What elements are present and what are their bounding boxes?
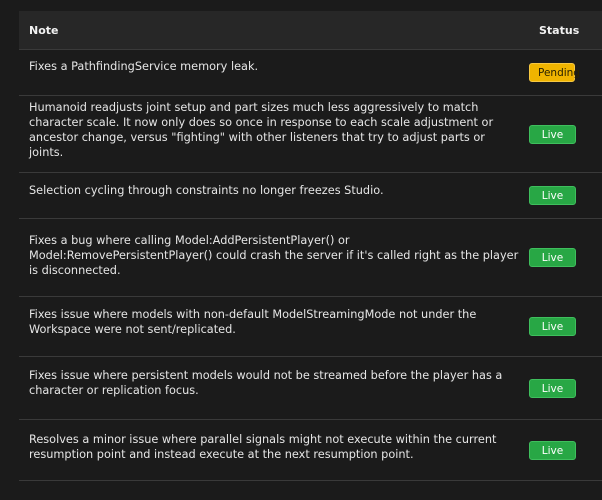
status-badge-pending: Pending bbox=[529, 63, 580, 82]
header-note: Note bbox=[29, 23, 59, 37]
status-badge-live: Live bbox=[529, 124, 576, 144]
table-row: Fixes a PathfindingService memory leak. … bbox=[19, 49, 602, 95]
row-note: Selection cycling through constraints no… bbox=[29, 184, 384, 197]
header-status: Status bbox=[539, 23, 580, 37]
row-note: Resolves a minor issue where parallel si… bbox=[29, 433, 497, 461]
row-status: Live bbox=[519, 440, 576, 460]
status-badge-live: Live bbox=[529, 378, 576, 398]
row-status: Live bbox=[519, 317, 576, 336]
row-status: Live bbox=[519, 248, 576, 267]
row-status: Pending bbox=[519, 63, 580, 82]
status-badge-live: Live bbox=[529, 248, 576, 267]
row-note: Humanoid readjusts joint setup and part … bbox=[29, 101, 494, 159]
table-row: Fixes a bug where calling Model:AddPersi… bbox=[19, 218, 602, 296]
row-note: Fixes issue where persistent models woul… bbox=[29, 369, 503, 397]
table-row: Resolves a minor issue where parallel si… bbox=[19, 419, 602, 481]
release-notes-table: Note Status Fixes a PathfindingService m… bbox=[19, 11, 602, 481]
table-row: Humanoid readjusts joint setup and part … bbox=[19, 95, 602, 172]
table-row: Fixes issue where persistent models woul… bbox=[19, 356, 602, 419]
table-row: Selection cycling through constraints no… bbox=[19, 172, 602, 218]
row-note: Fixes a PathfindingService memory leak. bbox=[29, 60, 259, 73]
table-header: Note Status bbox=[19, 11, 602, 49]
status-badge-live: Live bbox=[529, 186, 576, 205]
status-badge-live: Live bbox=[529, 317, 576, 336]
row-note: Fixes a bug where calling Model:AddPersi… bbox=[29, 234, 519, 277]
row-status: Live bbox=[519, 124, 576, 144]
row-status: Live bbox=[519, 186, 576, 205]
row-note: Fixes issue where models with non-defaul… bbox=[29, 307, 477, 336]
table-row: Fixes issue where models with non-defaul… bbox=[19, 296, 602, 356]
status-badge-live: Live bbox=[529, 440, 576, 460]
row-status: Live bbox=[519, 378, 576, 398]
